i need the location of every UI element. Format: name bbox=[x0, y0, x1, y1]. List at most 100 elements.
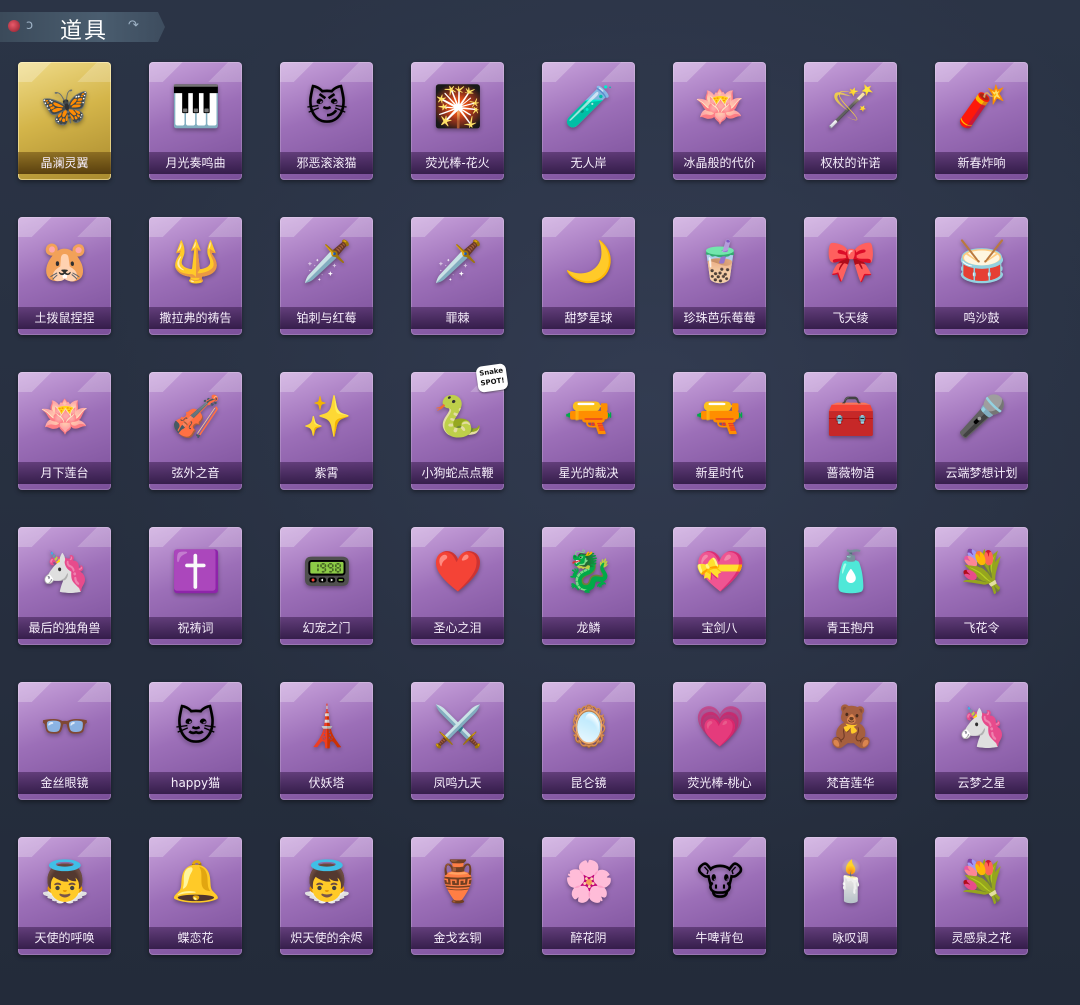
item-label: 珍珠芭乐莓莓 bbox=[673, 307, 766, 329]
item-card[interactable]: 🧋 珍珠芭乐莓莓 bbox=[673, 217, 766, 335]
item-label: 紫霄 bbox=[280, 462, 373, 484]
item-card[interactable]: 🧰 蔷薇物语 bbox=[804, 372, 897, 490]
bubble-tea-icon: 🧋 bbox=[695, 239, 745, 285]
item-label: 金丝眼镜 bbox=[18, 772, 111, 794]
item-card[interactable]: 👼 炽天使的余烬 bbox=[280, 837, 373, 955]
unicorn-sword-icon: 🦄 bbox=[40, 549, 90, 595]
item-label: 弦外之音 bbox=[149, 462, 242, 484]
item-card[interactable]: ⚔️ 凤鸣九天 bbox=[411, 682, 504, 800]
item-card[interactable]: 🦄 云梦之星 bbox=[935, 682, 1028, 800]
sparkler-icon: 🎇 bbox=[433, 84, 483, 130]
crystal-lotus-icon: 🪷 bbox=[695, 84, 745, 130]
phoenix-sword-icon: ⚔️ bbox=[433, 704, 483, 750]
drum-icon: 🥁 bbox=[957, 239, 1007, 285]
item-card[interactable]: 🎤 云端梦想计划 bbox=[935, 372, 1028, 490]
item-card[interactable]: 🦋 晶澜灵翼 bbox=[18, 62, 111, 180]
item-card[interactable]: ❤️ 圣心之泪 bbox=[411, 527, 504, 645]
item-card[interactable]: 🪷 冰晶般的代价 bbox=[673, 62, 766, 180]
item-label: 昆仑镜 bbox=[542, 772, 635, 794]
item-card[interactable]: 🧨 新春炸响 bbox=[935, 62, 1028, 180]
first-aid-kit-icon: 🧰 bbox=[826, 394, 876, 440]
item-label: 圣心之泪 bbox=[411, 617, 504, 639]
snake-spot-badge: Snake SPOT! bbox=[475, 363, 509, 393]
lotus-wand-icon: 🪷 bbox=[40, 394, 90, 440]
item-card[interactable]: 🪷 月下莲台 bbox=[18, 372, 111, 490]
doll-icon: 🧸 bbox=[826, 704, 876, 750]
swirl-right-icon: ↷ bbox=[128, 18, 139, 33]
header-gem-icon bbox=[8, 20, 20, 32]
snake-icon: 🐍 bbox=[433, 394, 483, 440]
item-label: 灵感泉之花 bbox=[935, 927, 1028, 949]
heart-frame-icon: 💝 bbox=[695, 549, 745, 595]
item-card[interactable]: 💗 荧光棒-桃心 bbox=[673, 682, 766, 800]
bell-icon: 🔔 bbox=[171, 859, 221, 905]
golden-staff-icon: ✨ bbox=[302, 394, 352, 440]
item-card[interactable]: 🐹 土拨鼠捏捏 bbox=[18, 217, 111, 335]
cow-backpack-icon: 🐮 bbox=[696, 859, 744, 905]
bronze-vessel-icon: 🏺 bbox=[433, 859, 483, 905]
item-card[interactable]: 🧸 梵音莲华 bbox=[804, 682, 897, 800]
item-label: 鸣沙鼓 bbox=[935, 307, 1028, 329]
item-label: 牛啤背包 bbox=[673, 927, 766, 949]
item-card[interactable]: 💐 灵感泉之花 bbox=[935, 837, 1028, 955]
chandelier-icon: 🕯️ bbox=[826, 859, 876, 905]
item-card[interactable]: 🎀 飞天绫 bbox=[804, 217, 897, 335]
item-label: 罪棘 bbox=[411, 307, 504, 329]
item-card[interactable]: 🗡️ 罪棘 bbox=[411, 217, 504, 335]
hamster-icon: 🐹 bbox=[40, 239, 90, 285]
bouquet-icon: 💐 bbox=[957, 859, 1007, 905]
item-card[interactable]: 🕯️ 咏叹调 bbox=[804, 837, 897, 955]
revolver-icon: 🔫 bbox=[695, 394, 745, 440]
item-card[interactable]: 🌸 醉花阴 bbox=[542, 837, 635, 955]
item-card[interactable]: 👼 天使的呼唤 bbox=[18, 837, 111, 955]
scepter-icon: 🪄 bbox=[826, 84, 876, 130]
item-card[interactable]: 🐱 happy猫 bbox=[149, 682, 242, 800]
item-card[interactable]: 🎹 月光奏鸣曲 bbox=[149, 62, 242, 180]
item-card[interactable]: ✨ 紫霄 bbox=[280, 372, 373, 490]
item-card[interactable]: 🧪 无人岸 bbox=[542, 62, 635, 180]
item-card[interactable]: 🎇 荧光棒-花火 bbox=[411, 62, 504, 180]
item-card[interactable]: 🐉 龙鳞 bbox=[542, 527, 635, 645]
item-card[interactable]: 💝 宝剑八 bbox=[673, 527, 766, 645]
item-label: happy猫 bbox=[149, 772, 242, 794]
item-label: 撒拉弗的祷告 bbox=[149, 307, 242, 329]
cross-icon: ✝️ bbox=[171, 549, 221, 595]
item-card[interactable]: 🦄 最后的独角兽 bbox=[18, 527, 111, 645]
item-label: 青玉抱丹 bbox=[804, 617, 897, 639]
item-label: 冰晶般的代价 bbox=[673, 152, 766, 174]
item-card[interactable]: 🔫 新星时代 bbox=[673, 372, 766, 490]
item-card[interactable]: 😼 邪恶滚滚猫 bbox=[280, 62, 373, 180]
item-card[interactable]: 💐 飞花令 bbox=[935, 527, 1028, 645]
item-label: 天使的呼唤 bbox=[18, 927, 111, 949]
item-label: 邪恶滚滚猫 bbox=[280, 152, 373, 174]
item-card[interactable]: ✝️ 祝祷词 bbox=[149, 527, 242, 645]
item-label: 咏叹调 bbox=[804, 927, 897, 949]
item-card[interactable]: 🐮 牛啤背包 bbox=[673, 837, 766, 955]
item-card[interactable]: 🔱 撒拉弗的祷告 bbox=[149, 217, 242, 335]
cat-ball-icon: 😼 bbox=[306, 84, 348, 130]
item-card[interactable]: 🗼 伏妖塔 bbox=[280, 682, 373, 800]
item-card[interactable]: 🥁 鸣沙鼓 bbox=[935, 217, 1028, 335]
item-label: 荧光棒-桃心 bbox=[673, 772, 766, 794]
item-card[interactable]: 🧴 青玉抱丹 bbox=[804, 527, 897, 645]
item-card[interactable]: 🔔 蝶恋花 bbox=[149, 837, 242, 955]
page-title: 道具 bbox=[60, 19, 109, 44]
item-card[interactable]: 🗡️ 铂刺与红莓 bbox=[280, 217, 373, 335]
item-label: 凤鸣九天 bbox=[411, 772, 504, 794]
item-card[interactable]: 🪄 权杖的许诺 bbox=[804, 62, 897, 180]
item-label: 荧光棒-花火 bbox=[411, 152, 504, 174]
item-card[interactable]: 🌙 甜梦星球 bbox=[542, 217, 635, 335]
item-card[interactable]: 🔫 星光的裁决 bbox=[542, 372, 635, 490]
item-card[interactable]: 🎻 弦外之音 bbox=[149, 372, 242, 490]
item-label: 晶澜灵翼 bbox=[18, 152, 111, 174]
item-label: 无人岸 bbox=[542, 152, 635, 174]
item-card[interactable]: 📟 幻宠之门 bbox=[280, 527, 373, 645]
moon-fox-icon: 🌙 bbox=[564, 239, 614, 285]
item-card[interactable]: 🪞 昆仑镜 bbox=[542, 682, 635, 800]
spear-icon: 🗡️ bbox=[433, 239, 483, 285]
flower-lantern-icon: 💐 bbox=[957, 549, 1007, 595]
rose-blade-icon: 🗡️ bbox=[302, 239, 352, 285]
item-card[interactable]: 🏺 金戈玄铜 bbox=[411, 837, 504, 955]
item-card[interactable]: 👓 金丝眼镜 bbox=[18, 682, 111, 800]
flower-ornament-icon: 🌸 bbox=[564, 859, 614, 905]
